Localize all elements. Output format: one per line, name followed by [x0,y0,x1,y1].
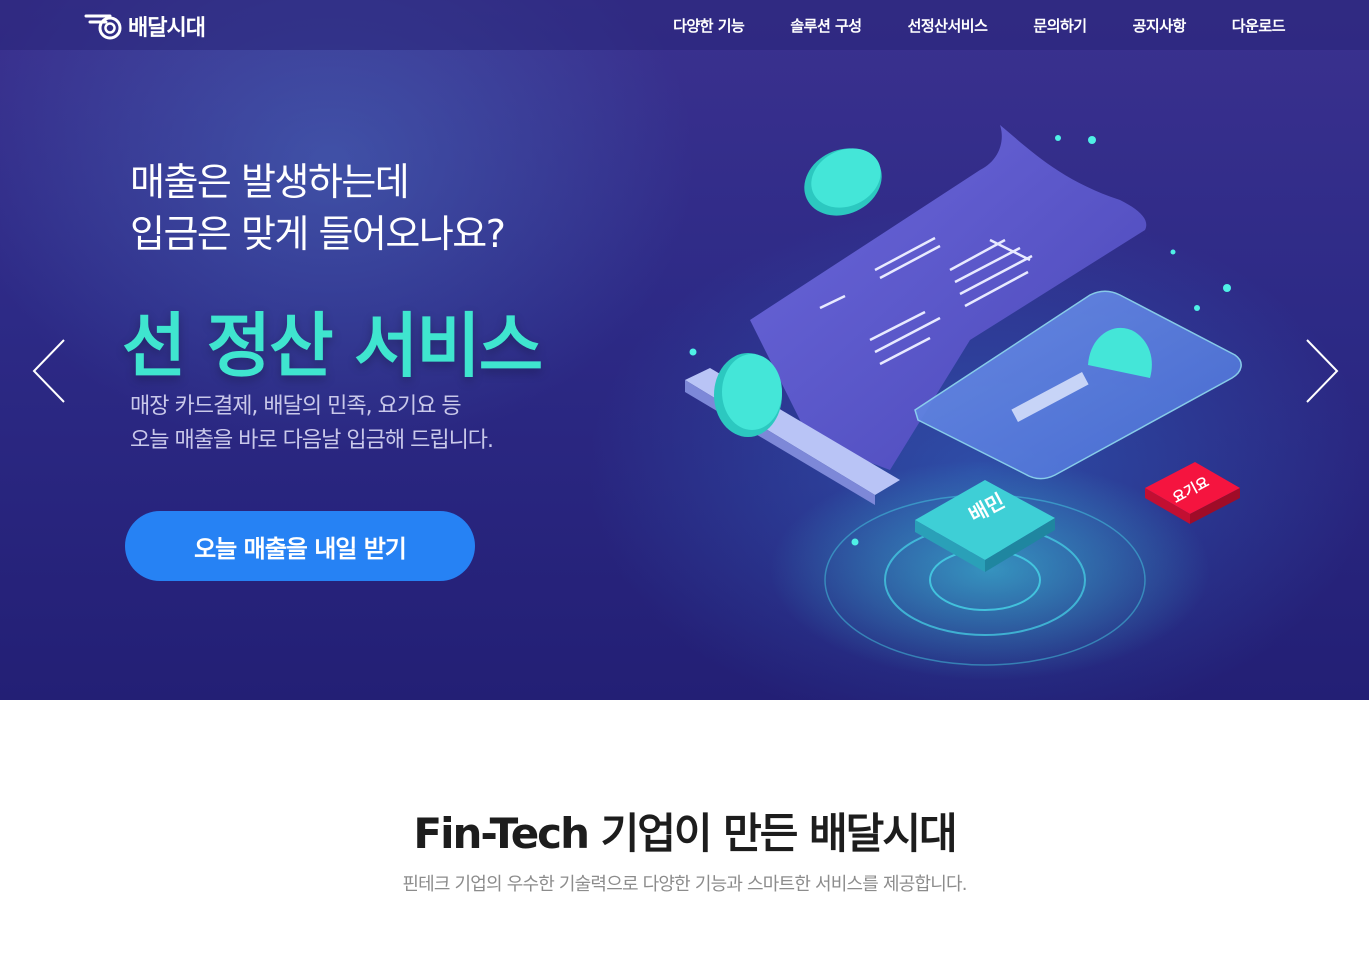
logo-text: 배달시대 [128,16,206,41]
nav-download[interactable]: 다운로드 [1232,15,1286,36]
intro-title: Fin-Tech 기업이 만든 배달시대 [413,809,957,858]
hero-subtitle-line: 입금은 맞게 들어오나요? [130,212,506,256]
nav-solution[interactable]: 솔루션 구성 [790,15,862,36]
hero-banner: 배달시대 다양한 기능 솔루션 구성 선정산서비스 문의하기 공지사항 다운로드… [0,0,1369,700]
logo-icon [84,14,122,40]
main-nav: 다양한 기능 솔루션 구성 선정산서비스 문의하기 공지사항 다운로드 [673,0,1285,50]
hero-description: 매장 카드결제, 배달의 민족, 요기요 등 오늘 매출을 바로 다음날 입금해… [130,390,650,458]
chevron-right-icon[interactable] [1303,336,1343,406]
intro-description: 핀테크 기업의 우수한 기술력으로 다양한 기능과 스마트한 서비스를 제공합니… [402,874,967,895]
site-header: 배달시대 다양한 기능 솔루션 구성 선정산서비스 문의하기 공지사항 다운로드 [0,0,1369,50]
hero-illustration: 배민 요기요 [685,125,1242,680]
hero-desc-line: 오늘 매출을 바로 다음날 입금해 드립니다. [130,428,494,453]
hero-desc-line: 매장 카드결제, 배달의 민족, 요기요 등 [130,394,462,419]
nav-features[interactable]: 다양한 기능 [673,15,745,36]
hero-subtitle: 매출은 발생하는데 입금은 맞게 들어오나요? [130,156,650,260]
nav-prepayment[interactable]: 선정산서비스 [908,15,988,36]
logo[interactable]: 배달시대 [84,10,206,42]
hero-title: 선 정산 서비스 [122,305,543,387]
nav-contact[interactable]: 문의하기 [1033,15,1087,36]
cta-button[interactable]: 오늘 매출을 내일 받기 [125,511,475,581]
hero-subtitle-line: 매출은 발생하는데 [130,160,410,204]
intro-section: Fin-Tech 기업이 만든 배달시대 핀테크 기업의 우수한 기술력으로 다… [0,700,1369,955]
chevron-left-icon[interactable] [28,336,68,406]
nav-notice[interactable]: 공지사항 [1133,15,1187,36]
